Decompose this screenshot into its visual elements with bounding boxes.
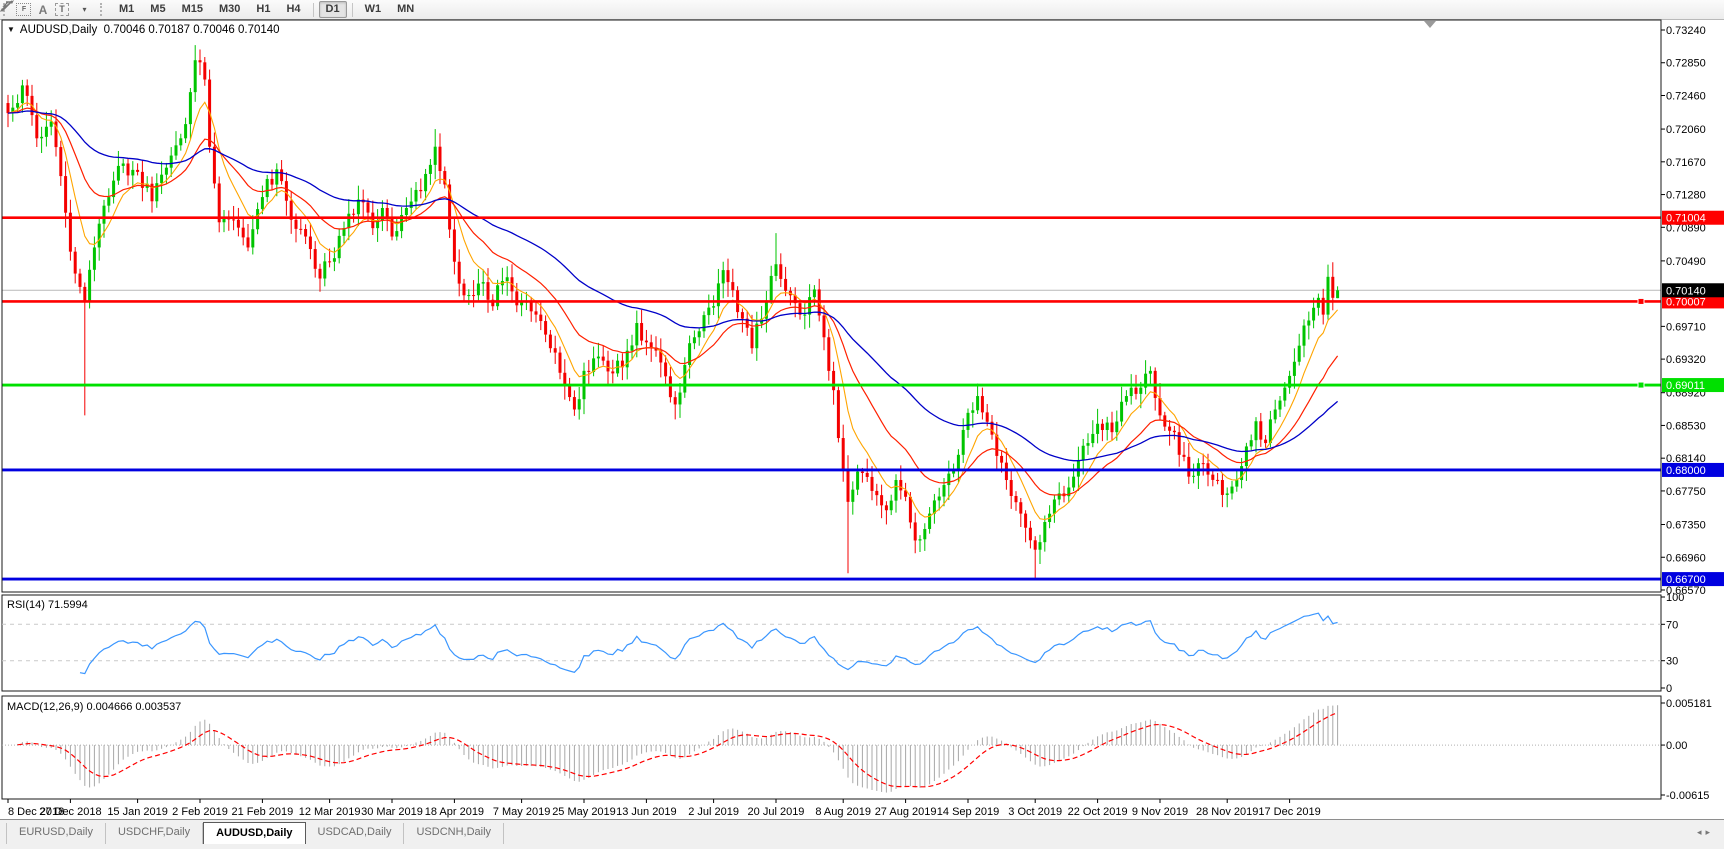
date-label: 7 May 2019 (493, 806, 550, 818)
date-label: 15 Jan 2019 (107, 806, 168, 818)
svg-text:0.68530: 0.68530 (1666, 420, 1706, 432)
rsi-pane: 100 70 30 0 (2, 592, 1684, 695)
svg-text:0.70140: 0.70140 (1666, 285, 1706, 297)
date-label: 18 Apr 2019 (425, 806, 484, 818)
date-label: 28 Nov 2019 (1196, 806, 1258, 818)
tab-usdcnh[interactable]: USDCNH,Daily (404, 823, 504, 844)
svg-text:0.70007: 0.70007 (1666, 296, 1706, 308)
date-label: 21 Feb 2019 (232, 806, 294, 818)
mt4-window: { "toolbar": { "icons": [ {"name": "temp… (0, 0, 1724, 849)
svg-text:0.71670: 0.71670 (1666, 157, 1706, 169)
ohlc-open: 0.70046 (104, 24, 146, 36)
tab-scroll-right-icon[interactable]: ▸ (1705, 827, 1714, 837)
date-label: 13 Jun 2019 (616, 806, 677, 818)
current-price-tag: 0.70140 (1662, 283, 1724, 297)
chart-title: ▼ AUDUSD,Daily 0.70046 0.70187 0.70046 0.… (7, 24, 280, 36)
date-axis: 8 Dec 201827 Dec 201815 Jan 20192 Feb 20… (8, 799, 1321, 818)
svg-text:0.69710: 0.69710 (1666, 321, 1706, 333)
svg-text:0.73240: 0.73240 (1666, 25, 1706, 37)
ohlc-close: 0.70140 (238, 24, 280, 36)
svg-text:0.69011: 0.69011 (1666, 380, 1705, 392)
date-label: 17 Dec 2019 (1258, 806, 1320, 818)
date-label: 20 Jul 2019 (748, 806, 805, 818)
level-handle[interactable] (1638, 382, 1644, 388)
date-label: 22 Oct 2019 (1068, 806, 1128, 818)
svg-text:0.71004: 0.71004 (1666, 213, 1706, 225)
date-label: 3 Oct 2019 (1008, 806, 1062, 818)
macd-name: MACD(12,26,9) (7, 701, 83, 713)
date-label: 25 May 2019 (552, 806, 616, 818)
main-pane-border (2, 20, 1661, 592)
chart-canvas[interactable]: 0.73240 0.72850 0.72460 0.72060 0.71670 0.712… (0, 0, 1724, 819)
macd-pane-label: MACD(12,26,9) 0.004666 0.003537 (7, 701, 181, 713)
price-axis: 0.73240 0.72850 0.72460 0.72060 0.71670 0.712… (1661, 25, 1706, 597)
rsi-pane-label: RSI(14) 71.5994 (7, 599, 88, 611)
level-price-tag: 0.66700 (1662, 572, 1724, 586)
tab-scroll-arrows[interactable]: ◂▸ (1697, 827, 1714, 838)
tab-usdchf[interactable]: USDCHF,Daily (106, 823, 203, 844)
tab-usdcad[interactable]: USDCAD,Daily (306, 823, 405, 844)
tab-eurusd[interactable]: EURUSD,Daily (6, 823, 106, 844)
rsi-pane-border (2, 595, 1661, 691)
svg-text:30: 30 (1666, 656, 1678, 668)
svg-text:0.72850: 0.72850 (1666, 58, 1706, 70)
svg-text:0.72460: 0.72460 (1666, 90, 1706, 102)
date-label: 27 Dec 2018 (39, 806, 101, 818)
level-line-0.70007[interactable] (2, 298, 1661, 304)
svg-text:0: 0 (1666, 683, 1672, 695)
symbol-tabbar: EURUSD,Daily USDCHF,Daily AUDUSD,Daily U… (0, 819, 1724, 849)
date-label: 14 Sep 2019 (937, 806, 999, 818)
symbol-label: AUDUSD,Daily (20, 24, 97, 36)
macd-pane-border (2, 696, 1661, 799)
ma-fast-line (8, 102, 1338, 519)
ma-slow-line (8, 111, 1338, 461)
svg-text:0.67350: 0.67350 (1666, 520, 1706, 532)
date-label: 27 Aug 2019 (875, 806, 937, 818)
date-label: 2 Feb 2019 (172, 806, 228, 818)
macd-pane: 0.005181 0.00 -0.00615 (2, 698, 1712, 802)
level-price-tag: 0.71004 (1662, 211, 1724, 225)
date-label: 8 Aug 2019 (815, 806, 871, 818)
ohlc-high: 0.70187 (148, 24, 190, 36)
chart-shift-marker[interactable] (1424, 21, 1436, 28)
date-label: 12 Mar 2019 (299, 806, 361, 818)
tab-audusd[interactable]: AUDUSD,Daily (203, 822, 305, 844)
symbol-dropdown-icon[interactable]: ▼ (7, 25, 15, 34)
svg-text:0.66700: 0.66700 (1666, 574, 1706, 586)
level-line-0.69011[interactable] (2, 382, 1661, 388)
svg-text:0.00: 0.00 (1666, 740, 1687, 752)
svg-text:100: 100 (1666, 592, 1684, 604)
svg-text:70: 70 (1666, 619, 1678, 631)
level-price-tag: 0.69011 (1662, 378, 1724, 392)
svg-text:-0.00615: -0.00615 (1666, 790, 1709, 802)
svg-text:0.68000: 0.68000 (1666, 465, 1706, 477)
rsi-value: 71.5994 (48, 599, 88, 611)
svg-text:0.66960: 0.66960 (1666, 552, 1706, 564)
symbol-tabs: EURUSD,Daily USDCHF,Daily AUDUSD,Daily U… (6, 823, 504, 844)
date-label: 30 Mar 2019 (361, 806, 423, 818)
svg-text:0.005181: 0.005181 (1666, 698, 1712, 710)
svg-text:0.71280: 0.71280 (1666, 190, 1706, 202)
svg-text:0.69320: 0.69320 (1666, 354, 1706, 366)
date-label: 2 Jul 2019 (688, 806, 739, 818)
svg-text:0.72060: 0.72060 (1666, 124, 1706, 136)
svg-text:0.70490: 0.70490 (1666, 256, 1706, 268)
macd-values: 0.004666 0.003537 (86, 701, 181, 713)
level-handle[interactable] (1638, 298, 1644, 304)
level-price-tag: 0.68000 (1662, 463, 1724, 477)
candles-layer (7, 45, 1340, 579)
ohlc-low: 0.70046 (193, 24, 235, 36)
svg-text:0.67750: 0.67750 (1666, 486, 1706, 498)
date-label: 9 Nov 2019 (1132, 806, 1188, 818)
rsi-line (80, 613, 1338, 673)
macd-signal-line (18, 713, 1338, 787)
rsi-name: RSI(14) (7, 599, 45, 611)
